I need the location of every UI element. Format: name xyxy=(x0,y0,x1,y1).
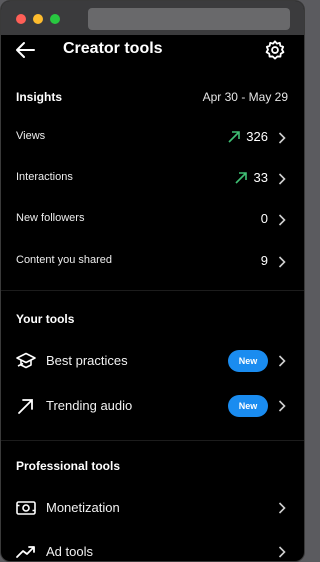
money-icon xyxy=(16,501,36,515)
insights-row-content-shared[interactable]: Content you shared 9 xyxy=(1,244,304,278)
back-arrow-icon[interactable] xyxy=(13,38,37,62)
tool-label: Trending audio xyxy=(46,398,133,413)
section-divider xyxy=(1,440,304,441)
tool-row-monetization[interactable]: Monetization xyxy=(1,488,304,528)
gear-icon[interactable] xyxy=(264,39,286,61)
your-tools-section-title: Your tools xyxy=(16,312,75,326)
chevron-right-icon xyxy=(278,256,286,268)
row-value: 33 xyxy=(253,170,268,185)
trend-up-arrow-icon xyxy=(235,172,247,184)
date-range[interactable]: Apr 30 - May 29 xyxy=(203,90,288,104)
row-value: 9 xyxy=(260,253,268,268)
page-header: Creator tools xyxy=(1,35,304,67)
row-label: Content you shared xyxy=(16,254,113,266)
minimize-window-button[interactable] xyxy=(33,14,43,24)
chevron-right-icon xyxy=(278,214,286,226)
row-label: New followers xyxy=(16,212,85,224)
chevron-right-icon xyxy=(278,546,286,558)
new-badge: New xyxy=(228,395,268,417)
chevron-right-icon xyxy=(278,502,286,514)
window-titlebar xyxy=(1,1,304,35)
close-window-button[interactable] xyxy=(16,14,26,24)
tool-label: Best practices xyxy=(46,353,128,368)
address-bar[interactable] xyxy=(88,8,290,30)
graduation-cap-icon xyxy=(16,352,36,369)
maximize-window-button[interactable] xyxy=(50,14,60,24)
new-badge: New xyxy=(228,350,268,372)
tool-label: Ad tools xyxy=(46,544,93,559)
tool-label: Monetization xyxy=(46,500,120,515)
chevron-right-icon xyxy=(278,173,286,185)
insights-section-title: Insights xyxy=(16,90,63,104)
insights-row-views[interactable]: Views 326 xyxy=(1,120,304,154)
chevron-right-icon xyxy=(278,400,286,412)
insights-row-new-followers[interactable]: New followers 0 xyxy=(1,202,304,236)
section-divider xyxy=(1,290,304,291)
tool-row-best-practices[interactable]: Best practices New xyxy=(1,341,304,381)
professional-tools-section-title: Professional tools xyxy=(16,459,121,473)
tool-row-trending-audio[interactable]: Trending audio New xyxy=(1,386,304,426)
chevron-right-icon xyxy=(278,355,286,367)
trend-line-icon xyxy=(16,546,35,558)
tool-row-ad-tools[interactable]: Ad tools xyxy=(1,532,304,561)
row-value: 0 xyxy=(260,211,268,226)
trend-up-arrow-icon xyxy=(228,131,240,143)
trending-arrow-icon xyxy=(18,399,33,414)
row-label: Views xyxy=(16,130,46,142)
chevron-right-icon xyxy=(278,132,286,144)
row-value: 326 xyxy=(246,129,268,144)
app-window: Creator tools Insights Apr 30 - May 29 V… xyxy=(0,0,305,562)
page-title: Creator tools xyxy=(63,40,163,57)
row-label: Interactions xyxy=(16,171,73,183)
insights-row-interactions[interactable]: Interactions 33 xyxy=(1,161,304,195)
